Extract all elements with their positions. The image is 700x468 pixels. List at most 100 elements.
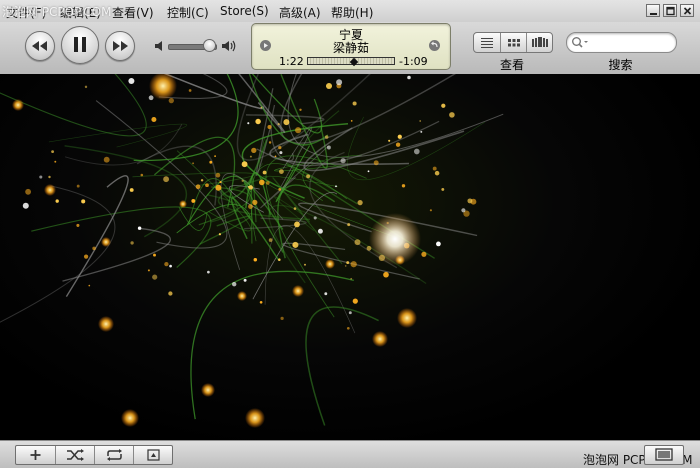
visualizer-particle [152,274,158,280]
view-mode-group [473,32,553,53]
visualizer-particle [140,173,144,177]
next-button[interactable] [105,31,135,61]
list-view-button[interactable] [474,33,500,52]
visualizer-particle [241,161,248,168]
toolbar: 宁夏 梁静茹 1:22 -1:09 查看 搜索 [0,22,700,75]
visualizer-particle [373,160,379,166]
visualizer-particle [169,264,172,268]
visualizer-particle [293,207,297,210]
visualizer-particle [357,199,363,206]
visualizer-particle [274,155,277,158]
visualizer-area[interactable] [0,74,700,440]
remaining-time: -1:09 [399,55,428,68]
visualizer-particle [55,199,59,203]
menu-help[interactable]: 帮助(H) [331,4,373,21]
repeat-button[interactable] [94,446,133,464]
grid-view-button[interactable] [500,33,526,52]
visualizer-particle [232,282,237,287]
visualizer-particle [401,184,406,188]
visualizer-streak [269,133,410,166]
visualizer-particle [317,228,323,234]
coverflow-view-button[interactable] [526,33,552,52]
maximize-button[interactable] [663,4,677,17]
visualizer-particle [201,383,215,397]
minimize-button[interactable] [646,4,660,17]
lcd-back-button[interactable] [429,40,440,51]
display-icon [655,448,673,461]
visualizer-particle [336,79,343,86]
visualizer-particle [164,261,169,267]
pause-icon [74,37,86,52]
previous-button[interactable] [25,31,55,61]
visualizer-particle [267,124,272,130]
playhead[interactable] [350,57,359,67]
visualizer-particle [278,188,282,191]
visualizer-particle [335,185,337,188]
shuffle-button[interactable] [55,446,94,464]
visualizer-particle [243,278,247,282]
visualizer-particle [149,74,177,100]
display-button[interactable] [644,445,684,465]
volume-high-icon [222,40,236,52]
pause-button[interactable] [61,26,99,64]
visualizer-particle [279,151,283,155]
repeat-icon [107,449,122,461]
search-input[interactable] [591,34,669,49]
coverflow-view-icon [532,37,548,47]
visualizer-particle [421,251,427,257]
close-icon [683,7,692,15]
add-playlist-button[interactable] [16,446,55,464]
visualizer-particle [214,155,216,157]
visualizer-particle [209,160,213,164]
visualizer-streaks [0,74,504,426]
visualizer-particle [340,158,346,164]
visualizer-particle [347,223,351,227]
visualizer-streak [250,163,348,242]
visualizer-particle [278,258,281,261]
visualizer-particle [259,300,263,304]
visualizer-particle [292,285,304,297]
shuffle-icon [67,449,84,461]
visualizer-streak [65,175,129,297]
visualizer-particle [354,239,361,246]
visualizer-particle [219,181,222,184]
visualizer-particle [325,259,335,269]
visualizer-particle [215,184,222,191]
progress-bar[interactable] [307,57,395,67]
visualizer-particle [128,77,135,85]
visualizer-streak [190,270,354,420]
visualizer-particle [419,120,422,122]
menu-advanced[interactable]: 高级(A) [279,4,321,21]
visualizer-particle [350,261,357,268]
visualizer-particle [413,148,420,155]
visualizer-particle [266,181,270,185]
visualizer-particle [441,187,445,191]
visualizer-particle [205,183,209,188]
volume-knob[interactable] [202,39,216,52]
visualizer-particle [407,75,411,80]
visualizer-particle [103,156,110,163]
visualizer-particle [39,175,43,179]
visualizer-particle [313,216,317,220]
menu-store[interactable]: Store(S) [220,4,269,18]
visualizer-particle [151,116,157,123]
visualizer-particle [148,95,154,101]
visualizer-particle [207,270,210,274]
artwork-toggle-button[interactable] [133,446,172,464]
list-view-icon [481,38,493,48]
visualizer-particle [461,208,466,213]
menu-controls[interactable]: 控制(C) [167,4,209,21]
close-button[interactable] [680,4,694,17]
visualizer-particle [168,97,174,104]
visualizer-particle [277,123,280,126]
menu-view[interactable]: 查看(V) [112,4,154,21]
minimize-icon [650,13,657,15]
search-box[interactable] [566,32,677,53]
visualizer-particle [367,170,370,173]
visualizer-particle [299,108,302,111]
visualizer-particle [344,265,347,267]
visualizer-streak [48,123,187,148]
visualizer-particle [372,331,388,347]
visualizer-particle [179,200,187,208]
visualizer-particle [251,147,257,154]
